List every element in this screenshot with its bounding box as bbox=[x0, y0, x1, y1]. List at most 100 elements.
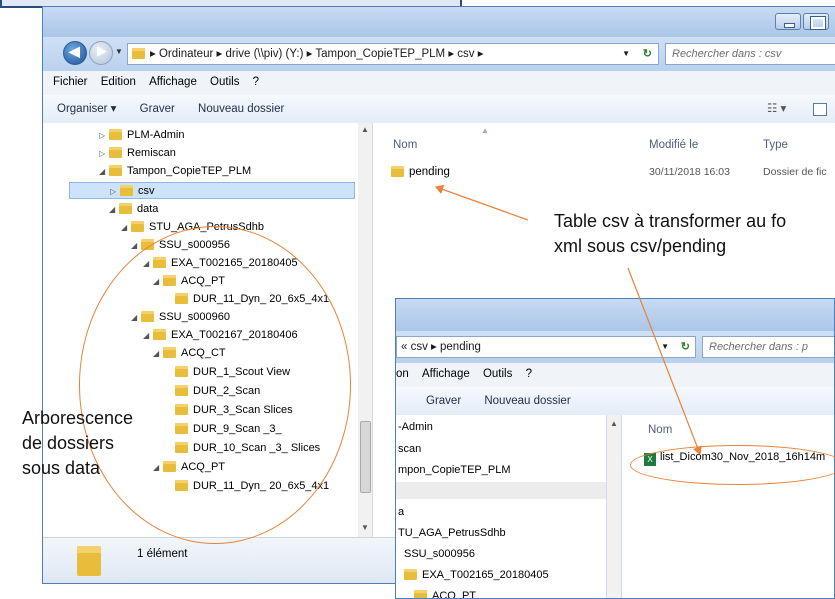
column-header-modified[interactable]: Modifié le bbox=[649, 139, 698, 151]
title-bar bbox=[396, 299, 834, 331]
column-header-type[interactable]: Type bbox=[763, 139, 788, 151]
address-dropdown-icon[interactable]: ▼ bbox=[622, 44, 630, 64]
annotation-table-csv: Table csv à transformer au fo xml sous c… bbox=[554, 209, 786, 259]
file-list-pane: Nom Xlist_Dicom30_Nov_2018_16h14m bbox=[622, 415, 834, 598]
menu-item-fichier[interactable]: Fichier bbox=[53, 76, 88, 88]
folder-icon bbox=[131, 221, 144, 232]
folder-icon bbox=[404, 569, 417, 580]
menu-item-outils[interactable]: Outils bbox=[210, 76, 239, 88]
collapse-icon[interactable]: ◢ bbox=[99, 163, 109, 180]
file-modified: 30/11/2018 16:03 bbox=[649, 166, 730, 178]
tree-item-plm-admin[interactable]: ▷ PLM-Admin bbox=[99, 127, 184, 144]
tree-item-tampon[interactable]: ◢ Tampon_CopieTEP_PLM bbox=[99, 163, 251, 180]
tree-label: PLM-Admin bbox=[127, 129, 185, 141]
annotation-line: Arborescence bbox=[22, 408, 134, 428]
tree-item-tampon[interactable]: mpon_CopieTEP_PLM bbox=[398, 462, 511, 479]
menu-item-affichage[interactable]: Affichage bbox=[422, 368, 470, 380]
tree-item-acq-pt[interactable]: ACQ_PT bbox=[414, 588, 476, 598]
burn-button[interactable]: Graver bbox=[140, 103, 175, 115]
address-path: « csv ▸ pending bbox=[401, 341, 481, 353]
file-type: Dossier de fic bbox=[763, 166, 827, 178]
new-folder-button[interactable]: Nouveau dossier bbox=[484, 395, 570, 407]
tree-label: csv bbox=[138, 185, 155, 197]
folder-icon bbox=[109, 147, 122, 158]
file-name: pending bbox=[409, 166, 450, 178]
tree-label: SSU_s000956 bbox=[404, 548, 475, 560]
tree-item-admin[interactable]: -Admin bbox=[398, 419, 433, 436]
tree-label: EXA_T002165_20180405 bbox=[422, 569, 549, 581]
tree-item-remiscan[interactable]: ▷ Remiscan bbox=[99, 145, 176, 162]
refresh-icon[interactable]: ↻ bbox=[681, 337, 690, 357]
navigation-pane: -Admin scan mpon_CopieTEP_PLM a TU_AGA_P… bbox=[396, 415, 607, 598]
tree-highlight-oval bbox=[79, 226, 351, 544]
search-input[interactable]: Rechercher dans : csv bbox=[665, 43, 835, 65]
recent-pages-dropdown[interactable]: ▼ bbox=[115, 47, 123, 56]
burn-button[interactable]: Graver bbox=[426, 395, 461, 407]
address-path: ▸ Ordinateur ▸ drive (\\piv) (Y:) ▸ Tamp… bbox=[150, 48, 484, 60]
tree-label: data bbox=[137, 203, 159, 215]
forward-arrow-icon: ▶ bbox=[97, 43, 107, 58]
address-bar[interactable]: ▸ Ordinateur ▸ drive (\\piv) (Y:) ▸ Tamp… bbox=[127, 43, 659, 65]
column-header-name[interactable]: Nom bbox=[648, 424, 672, 436]
menu-bar: Fichier Edition Affichage Outils ? bbox=[43, 71, 835, 96]
forward-button[interactable]: ▶ bbox=[89, 41, 113, 65]
menu-item-edition-partial[interactable]: on bbox=[396, 368, 409, 380]
tree-label: scan bbox=[398, 443, 422, 455]
refresh-icon[interactable]: ↻ bbox=[643, 44, 652, 64]
address-row: ◀ ▶ ▼ ▸ Ordinateur ▸ drive (\\piv) (Y:) … bbox=[43, 37, 835, 71]
folder-icon bbox=[120, 185, 133, 196]
scroll-up-icon[interactable]: ▲ bbox=[610, 419, 618, 428]
back-button[interactable]: ◀ bbox=[63, 41, 87, 65]
tree-item-csv-selected[interactable]: ▷ csv bbox=[69, 182, 355, 199]
tree-item-scan[interactable]: scan bbox=[398, 441, 421, 458]
scroll-up-icon[interactable]: ▲ bbox=[361, 125, 369, 134]
tree-item-exa[interactable]: EXA_T002165_20180405 bbox=[404, 567, 549, 584]
organize-button[interactable]: Organiser ▾ bbox=[57, 103, 116, 115]
column-header-name[interactable]: Nom bbox=[393, 139, 417, 151]
expand-icon[interactable]: ▷ bbox=[99, 145, 109, 162]
menu-item-outils[interactable]: Outils bbox=[483, 368, 512, 380]
menu-item-help[interactable]: ? bbox=[526, 368, 532, 380]
tree-item-data[interactable]: ◢ data bbox=[109, 201, 158, 218]
maximize-button[interactable] bbox=[803, 13, 829, 30]
expand-icon[interactable]: ▷ bbox=[99, 127, 109, 144]
folder-icon bbox=[391, 166, 404, 177]
command-bar: Graver Nouveau dossier bbox=[396, 387, 834, 416]
annotation-line: Table csv à transformer au fo bbox=[554, 211, 787, 231]
folder-icon bbox=[414, 590, 427, 598]
tree-item-data[interactable]: a bbox=[398, 504, 404, 521]
new-folder-button[interactable]: Nouveau dossier bbox=[198, 103, 284, 115]
folder-icon bbox=[109, 165, 122, 176]
file-highlight-oval bbox=[630, 445, 835, 485]
navigation-scrollbar[interactable]: ▲ ▼ bbox=[358, 123, 373, 537]
tree-item-stu[interactable]: TU_AGA_PetrusSdhb bbox=[398, 525, 506, 542]
menu-item-help[interactable]: ? bbox=[253, 76, 259, 88]
navigation-scrollbar[interactable]: ▲ bbox=[607, 415, 622, 598]
scrollbar-thumb[interactable] bbox=[360, 421, 371, 493]
search-input[interactable]: Rechercher dans : p bbox=[702, 336, 834, 358]
collapse-icon[interactable]: ◢ bbox=[109, 201, 119, 218]
annotation-line: de dossiers bbox=[22, 433, 115, 453]
tree-item-ssu[interactable]: SSU_s000956 bbox=[404, 546, 475, 563]
folder-icon bbox=[109, 129, 122, 140]
collapse-icon[interactable]: ◢ bbox=[121, 219, 131, 236]
file-row-pending[interactable]: pending bbox=[391, 163, 450, 181]
menu-bar: on Affichage Outils ? bbox=[396, 363, 834, 388]
menu-item-edition[interactable]: Edition bbox=[101, 76, 136, 88]
expand-icon[interactable]: ▷ bbox=[110, 183, 120, 200]
preview-pane-icon[interactable] bbox=[813, 103, 827, 116]
large-folder-icon bbox=[77, 546, 101, 576]
back-arrow-icon: ◀ bbox=[69, 43, 80, 59]
address-bar[interactable]: « csv ▸ pending ▼ ↻ bbox=[396, 336, 696, 358]
address-dropdown-icon[interactable]: ▼ bbox=[661, 337, 669, 357]
tree-item-csv-selected[interactable] bbox=[396, 482, 606, 499]
minimize-button[interactable] bbox=[775, 13, 801, 30]
scroll-down-icon[interactable]: ▼ bbox=[361, 523, 369, 532]
sort-arrow-icon: ▲ bbox=[481, 126, 489, 135]
item-count: 1 élément bbox=[137, 548, 188, 560]
menu-item-affichage[interactable]: Affichage bbox=[149, 76, 197, 88]
annotation-line: xml sous csv/pending bbox=[554, 236, 727, 256]
tree-label: Remiscan bbox=[127, 147, 176, 159]
annotation-line: sous data bbox=[22, 458, 101, 478]
view-options-icon[interactable]: ☷ ▾ bbox=[767, 95, 786, 123]
